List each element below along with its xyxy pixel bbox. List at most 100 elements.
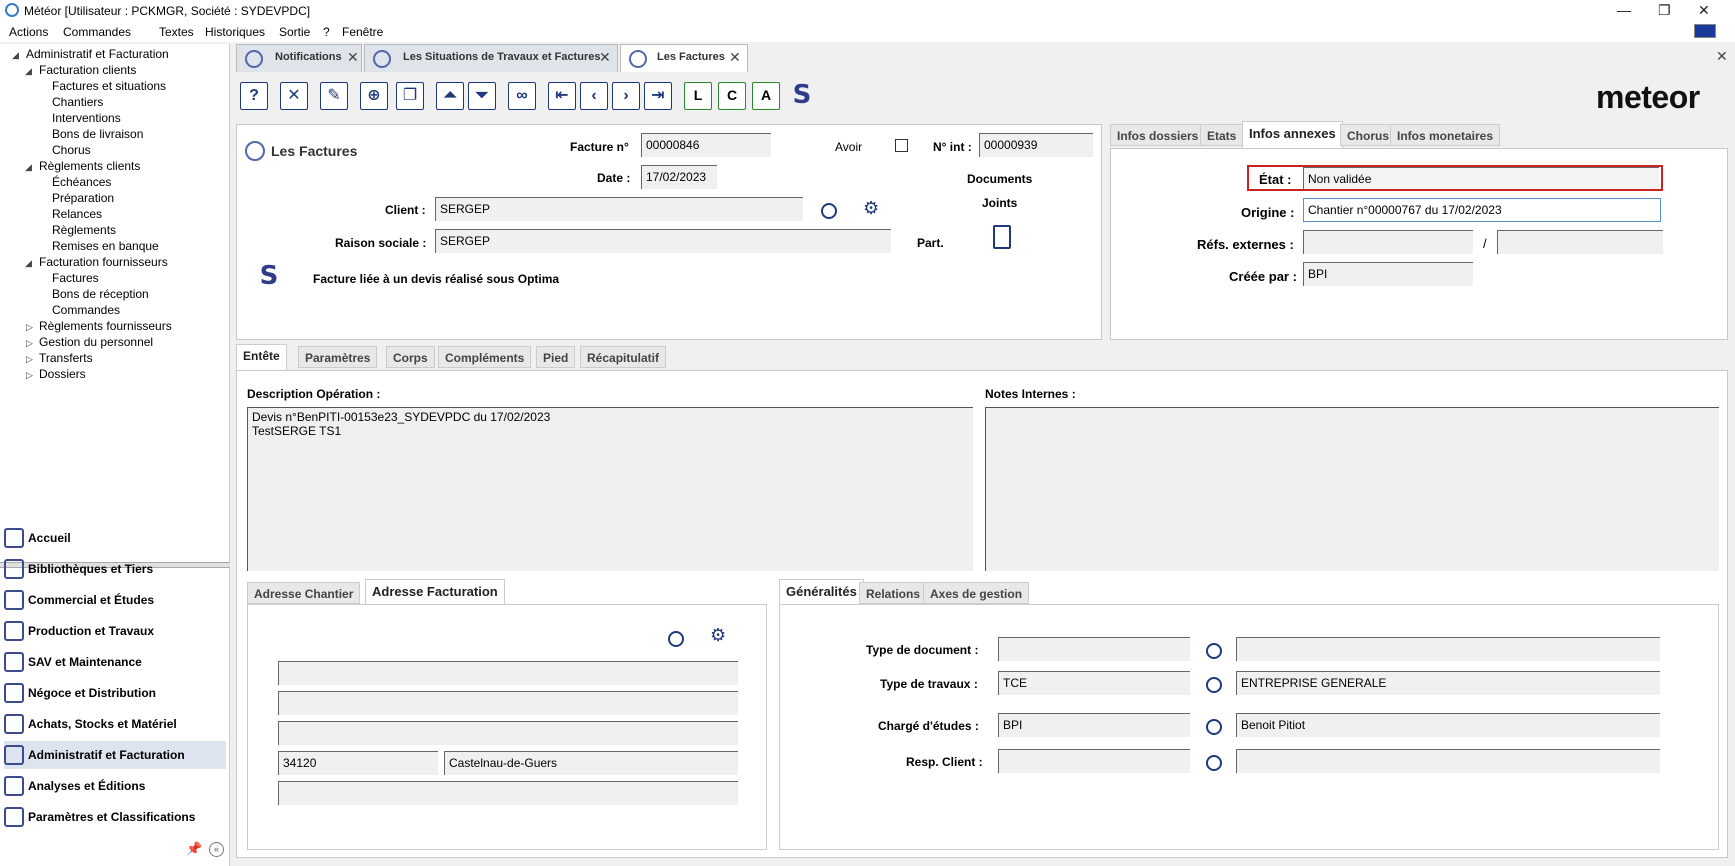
nav-sav[interactable]: SAV et Maintenance [4, 648, 226, 676]
copy-icon[interactable]: ❐ [396, 82, 424, 110]
type-document-code[interactable] [998, 637, 1190, 661]
tab-pied[interactable]: Pied [536, 346, 576, 368]
restore-icon[interactable]: ❐ [1658, 2, 1671, 19]
resp-client-code[interactable] [998, 749, 1190, 773]
tree-reglements[interactable]: Règlements [52, 223, 116, 237]
tree-root[interactable]: Administratif et Facturation [26, 47, 169, 61]
etat-field[interactable]: Non validée [1303, 167, 1659, 189]
target-icon[interactable] [1206, 719, 1222, 735]
postal-code-field[interactable]: 34120 [278, 751, 438, 775]
tree-relances[interactable]: Relances [52, 207, 102, 221]
minimize-icon[interactable]: — [1617, 2, 1631, 18]
close-icon[interactable]: ✕ [347, 49, 359, 66]
tab-parametres[interactable]: Paramètres [298, 346, 378, 368]
tab-infos-monetaires[interactable]: Infos monetaires [1390, 124, 1501, 146]
menu-commandes[interactable]: Commandes [63, 25, 131, 39]
city-field[interactable]: Castelnau-de-Guers [444, 751, 738, 775]
tree-factures[interactable]: Factures [52, 271, 99, 285]
nav-parametres[interactable]: Paramètres et Classifications [4, 803, 226, 831]
nav-achats[interactable]: Achats, Stocks et Matériel [4, 710, 226, 738]
tree-dossiers[interactable]: Dossiers [39, 367, 86, 381]
nav-negoce[interactable]: Négoce et Distribution [4, 679, 226, 707]
tree-facturation-fournisseurs[interactable]: Facturation fournisseurs [39, 255, 168, 269]
tree-bons-livraison[interactable]: Bons de livraison [52, 127, 143, 141]
tab-adresse-facturation[interactable]: Adresse Facturation [365, 579, 505, 605]
tab-situations[interactable]: Les Situations de Travaux et Factures ✕ [364, 44, 618, 72]
raison-sociale-field[interactable]: SERGEP [435, 229, 891, 253]
address-line-3[interactable] [278, 721, 738, 745]
tab-factures[interactable]: Les Factures ✕ [620, 44, 748, 72]
move-up-icon[interactable]: ⏶ [436, 82, 464, 110]
notes-internes-textarea[interactable] [985, 407, 1719, 571]
tree-gestion-personnel[interactable]: Gestion du personnel [39, 335, 153, 349]
document-icon[interactable] [993, 225, 1011, 249]
tree-facturation-clients[interactable]: Facturation clients [39, 63, 136, 77]
tree-remises-banque[interactable]: Remises en banque [52, 239, 159, 253]
move-down-icon[interactable]: ⏷ [468, 82, 496, 110]
close-icon[interactable]: ✕ [729, 49, 741, 66]
nav-accueil[interactable]: Accueil [4, 524, 226, 552]
date-field[interactable]: 17/02/2023 [641, 165, 717, 189]
nav-administratif[interactable]: Administratif et Facturation [4, 741, 226, 769]
menu-historiques[interactable]: Historiques [205, 25, 265, 39]
description-textarea[interactable]: Devis n°BenPITI-00153e23_SYDEVPDC du 17/… [247, 407, 973, 571]
charge-etudes-value[interactable]: Benoit Pitiot [1236, 713, 1660, 737]
tab-etats[interactable]: Etats [1200, 124, 1244, 146]
add-l-icon[interactable]: L [684, 82, 712, 110]
tree-factures-situations[interactable]: Factures et situations [52, 79, 166, 93]
menu-sortie[interactable]: Sortie [279, 25, 310, 39]
add-c-icon[interactable]: C [718, 82, 746, 110]
menu-actions[interactable]: Actions [9, 25, 48, 39]
gear-icon[interactable]: ⚙ [710, 625, 726, 646]
tab-generalites[interactable]: Généralités [779, 579, 864, 605]
tab-infos-dossiers[interactable]: Infos dossiers [1110, 124, 1206, 146]
add-icon[interactable]: ⊕ [360, 82, 388, 110]
collapse-icon[interactable]: « [209, 842, 224, 857]
add-a-icon[interactable]: A [752, 82, 780, 110]
search-binoculars-icon[interactable]: ∞ [508, 82, 536, 110]
refs-externes-field-2[interactable] [1497, 230, 1663, 254]
next-icon[interactable]: › [612, 82, 640, 110]
tree-reglements-clients[interactable]: Règlements clients [39, 159, 140, 173]
menu-fenetre[interactable]: Fenêtre [342, 25, 383, 39]
tree-interventions[interactable]: Interventions [52, 111, 121, 125]
tree-chorus[interactable]: Chorus [52, 143, 91, 157]
target-icon[interactable] [1206, 643, 1222, 659]
first-icon[interactable]: ⇤ [548, 82, 576, 110]
tab-complements[interactable]: Compléments [438, 346, 532, 368]
tab-adresse-chantier[interactable]: Adresse Chantier [247, 582, 361, 604]
target-icon[interactable] [668, 631, 684, 647]
delete-icon[interactable]: ✕ [280, 82, 308, 110]
target-icon[interactable] [1206, 677, 1222, 693]
type-travaux-code[interactable]: TCE [998, 671, 1190, 695]
nav-production[interactable]: Production et Travaux [4, 617, 226, 645]
tab-recapitulatif[interactable]: Récapitulatif [580, 346, 667, 368]
menu-textes[interactable]: Textes [159, 25, 194, 39]
tree-bons-reception[interactable]: Bons de réception [52, 287, 149, 301]
avoir-checkbox[interactable] [895, 139, 908, 152]
nav-analyses[interactable]: Analyses et Éditions [4, 772, 226, 800]
tab-corps[interactable]: Corps [386, 346, 435, 368]
charge-etudes-code[interactable]: BPI [998, 713, 1190, 737]
tab-notifications[interactable]: Notifications ✕ [236, 44, 362, 72]
target-icon[interactable] [821, 203, 837, 219]
optima-s-icon[interactable]: S [790, 82, 814, 108]
close-all-icon[interactable]: ✕ [1716, 48, 1728, 65]
last-icon[interactable]: ⇥ [644, 82, 672, 110]
tab-entete[interactable]: Entête [236, 344, 287, 370]
facture-number-field[interactable]: 00000846 [641, 133, 771, 157]
creee-par-field[interactable]: BPI [1303, 262, 1473, 286]
address-country[interactable] [278, 781, 738, 805]
tab-axes-gestion[interactable]: Axes de gestion [923, 582, 1030, 604]
tab-chorus[interactable]: Chorus [1340, 124, 1396, 146]
address-line-2[interactable] [278, 691, 738, 715]
tree-reglements-fournisseurs[interactable]: Règlements fournisseurs [39, 319, 172, 333]
target-icon[interactable] [1206, 755, 1222, 771]
tree-chantiers[interactable]: Chantiers [52, 95, 103, 109]
tree-echeances[interactable]: Échéances [52, 175, 111, 189]
gear-icon[interactable]: ⚙ [863, 198, 879, 219]
nav-bibliotheques[interactable]: Bibliothèques et Tiers [4, 555, 226, 583]
menu-help[interactable]: ? [323, 25, 330, 39]
pin-icon[interactable]: 📌 [186, 841, 202, 857]
nav-commercial[interactable]: Commercial et Études [4, 586, 226, 614]
